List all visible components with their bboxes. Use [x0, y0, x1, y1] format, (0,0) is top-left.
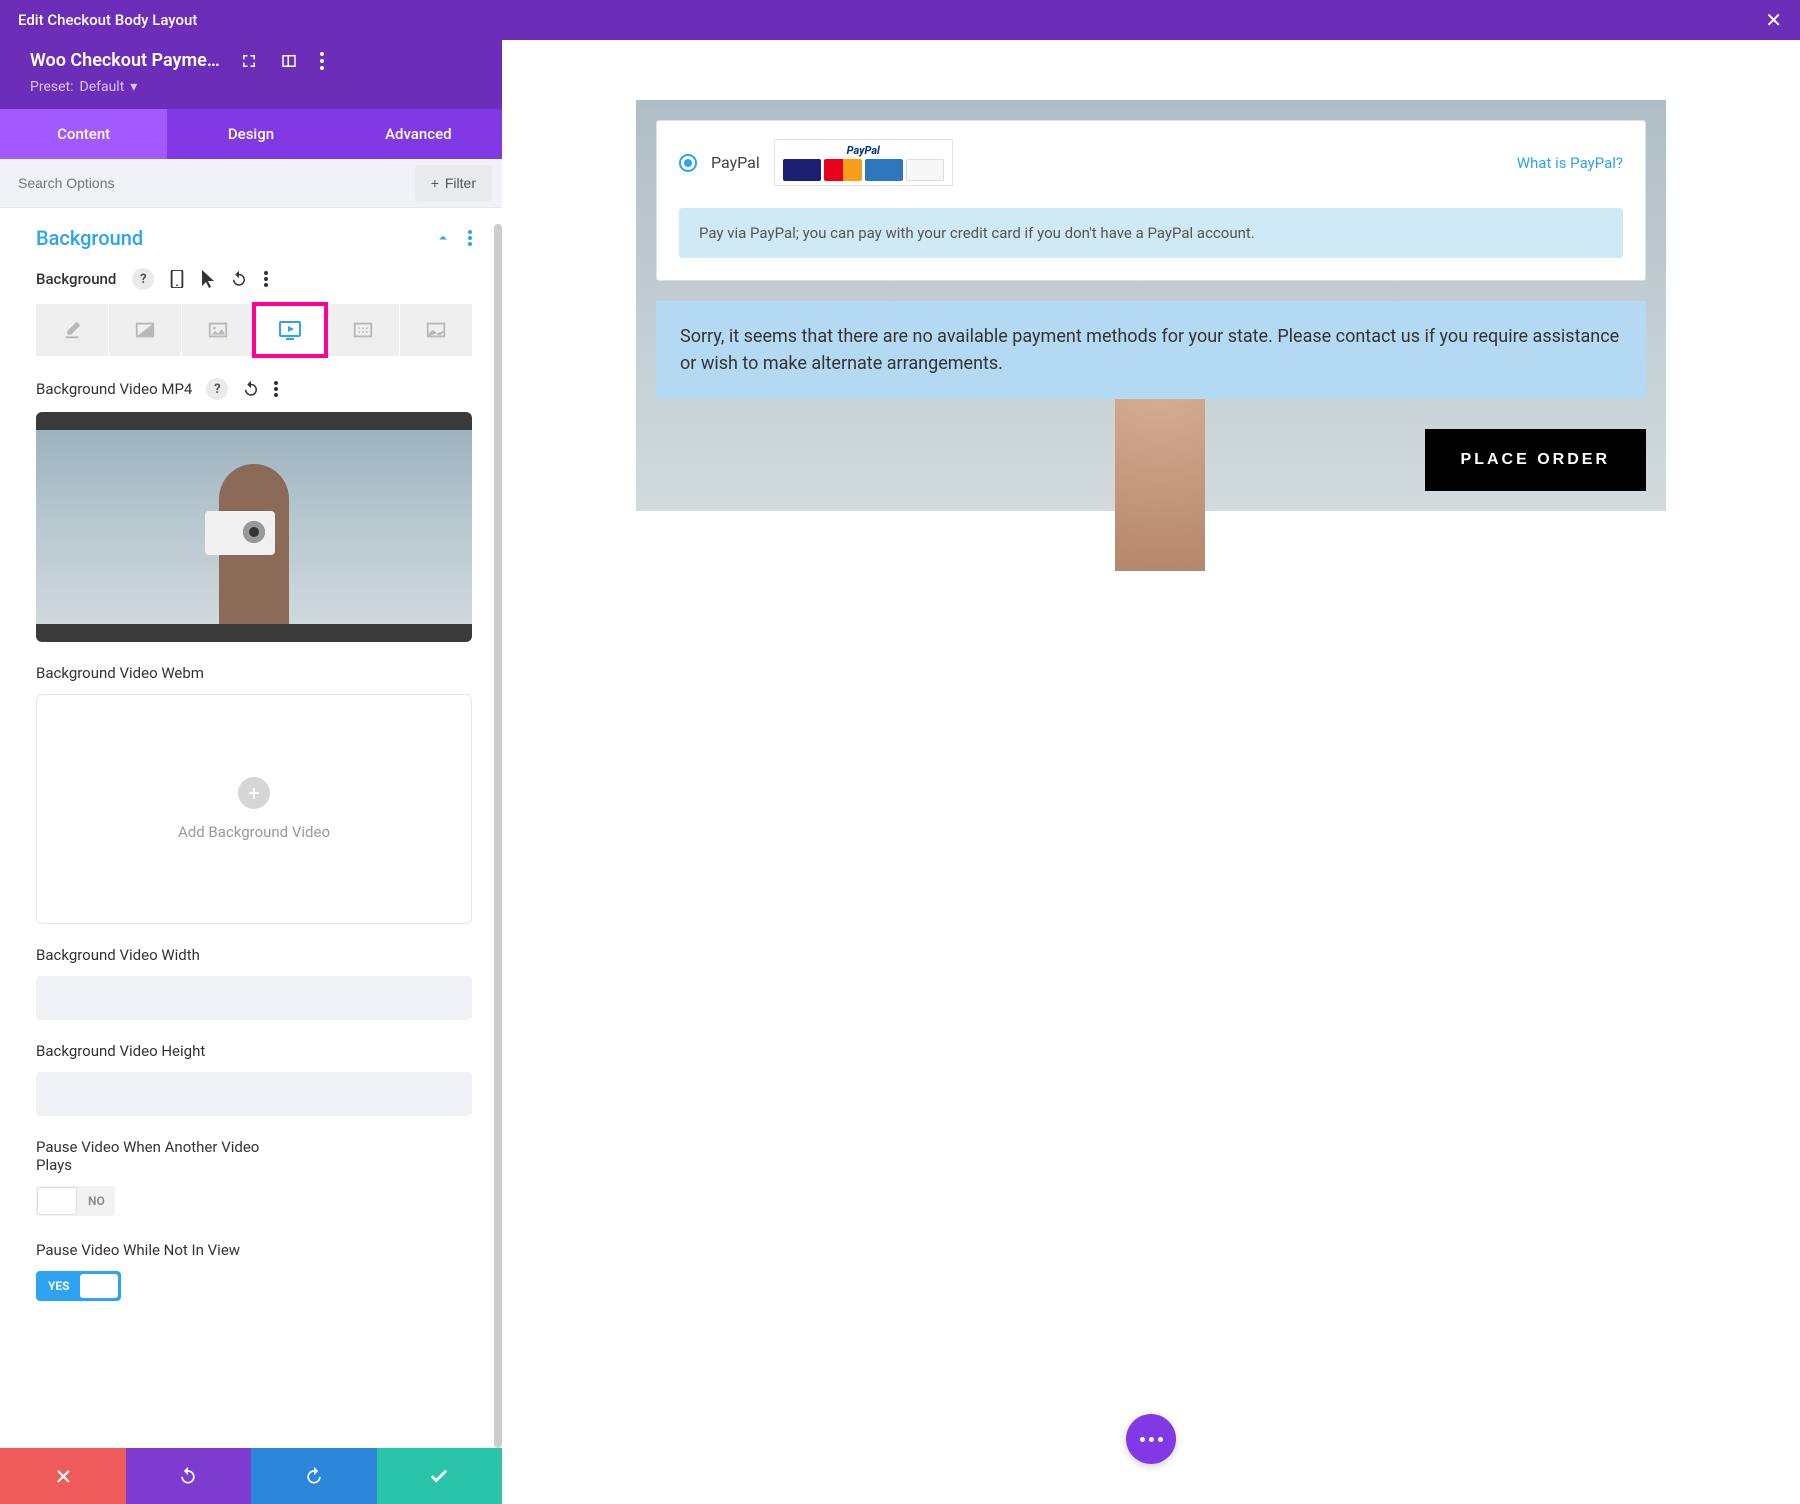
- scrollbar[interactable]: [494, 224, 502, 1448]
- amex-icon: [865, 159, 903, 181]
- paypal-label: PayPal: [711, 153, 760, 172]
- field-video-mp4: Background Video MP4 ?: [36, 378, 472, 642]
- pause-another-label: Pause Video When Another Video Plays: [36, 1138, 276, 1174]
- video-width-label: Background Video Width: [36, 946, 200, 964]
- payment-method-box: PayPal PayPal: [656, 120, 1646, 281]
- filter-label: Filter: [445, 175, 476, 191]
- field-background: Background ?: [36, 268, 472, 290]
- cancel-button[interactable]: [0, 1448, 126, 1504]
- close-icon[interactable]: ✕: [1765, 8, 1782, 32]
- tab-content[interactable]: Content: [0, 109, 167, 159]
- search-row: + Filter: [0, 159, 502, 208]
- filter-button[interactable]: + Filter: [415, 165, 492, 201]
- field-pause-another: Pause Video When Another Video Plays NO: [36, 1138, 472, 1219]
- paypal-card-logos: PayPal: [774, 139, 953, 186]
- paypal-description: Pay via PayPal; you can pay with your cr…: [679, 208, 1623, 258]
- plus-icon: +: [431, 175, 439, 191]
- section-more-icon[interactable]: [468, 230, 472, 246]
- module-header: Woo Checkout Payment Se... Preset: Defau…: [0, 40, 502, 109]
- video-height-input[interactable]: [36, 1072, 472, 1116]
- redo-button[interactable]: [251, 1448, 377, 1504]
- preset-value: Default: [80, 79, 125, 95]
- reset-icon[interactable]: [242, 380, 260, 398]
- background-type-tabs: [36, 304, 472, 356]
- add-video-webm[interactable]: + Add Background Video: [36, 694, 472, 924]
- field-pause-notinview: Pause Video While Not In View YES: [36, 1241, 472, 1301]
- chevron-down-icon: ▾: [130, 79, 137, 95]
- video-webm-label: Background Video Webm: [36, 664, 204, 682]
- field-video-webm: Background Video Webm + Add Background V…: [36, 664, 472, 924]
- save-button[interactable]: [377, 1448, 503, 1504]
- reset-icon[interactable]: [230, 270, 248, 288]
- bg-tab-pattern[interactable]: [327, 304, 399, 356]
- bg-tab-gradient[interactable]: [109, 304, 181, 356]
- expand-icon[interactable]: [240, 52, 258, 70]
- video-mp4-preview[interactable]: [36, 412, 472, 642]
- bg-tab-color[interactable]: [36, 304, 108, 356]
- more-icon[interactable]: [320, 52, 324, 70]
- video-height-label: Background Video Height: [36, 1042, 205, 1060]
- preview-canvas: PayPal PayPal: [502, 40, 1800, 1504]
- preset-label: Preset:: [30, 79, 74, 95]
- field-more-icon[interactable]: [274, 381, 278, 397]
- add-video-text: Add Background Video: [178, 823, 330, 841]
- section-title-background: Background: [36, 226, 143, 250]
- module-title: Woo Checkout Payment Se...: [30, 50, 224, 71]
- video-mp4-label: Background Video MP4: [36, 380, 192, 398]
- pause-another-toggle[interactable]: NO: [36, 1186, 115, 1216]
- footer-actions: [0, 1448, 502, 1504]
- paypal-wordmark: PayPal: [783, 144, 944, 157]
- phone-icon[interactable]: [170, 270, 184, 288]
- help-icon[interactable]: ?: [206, 378, 228, 400]
- bg-tab-video[interactable]: [254, 304, 326, 356]
- background-label: Background: [36, 270, 116, 288]
- tab-advanced[interactable]: Advanced: [335, 109, 502, 159]
- modal-header: Edit Checkout Body Layout ✕: [0, 0, 1800, 40]
- no-payment-methods-notice: Sorry, it seems that there are no availa…: [656, 301, 1646, 399]
- undo-button[interactable]: [126, 1448, 252, 1504]
- cursor-icon[interactable]: [200, 270, 214, 288]
- field-video-width: Background Video Width: [36, 946, 472, 1020]
- pause-notinview-toggle[interactable]: YES: [36, 1271, 121, 1301]
- field-video-height: Background Video Height: [36, 1042, 472, 1116]
- fab-menu-button[interactable]: [1126, 1414, 1176, 1464]
- visa-icon: [783, 159, 821, 181]
- toggle-no-label: NO: [78, 1194, 115, 1208]
- bg-tab-image[interactable]: [182, 304, 254, 356]
- modal-title: Edit Checkout Body Layout: [18, 11, 197, 29]
- settings-sidebar: Woo Checkout Payment Se... Preset: Defau…: [0, 40, 502, 1504]
- search-input[interactable]: [0, 161, 415, 205]
- help-icon[interactable]: ?: [132, 268, 154, 290]
- place-order-button[interactable]: PLACE ORDER: [1425, 429, 1646, 491]
- field-more-icon[interactable]: [264, 271, 268, 287]
- video-width-input[interactable]: [36, 976, 472, 1020]
- bg-tab-mask[interactable]: [400, 304, 472, 356]
- preset-selector[interactable]: Preset: Default ▾: [30, 79, 484, 95]
- collapse-icon[interactable]: [434, 229, 452, 247]
- panel-icon[interactable]: [280, 52, 298, 70]
- pause-notinview-label: Pause Video While Not In View: [36, 1241, 240, 1259]
- checkout-module: PayPal PayPal: [636, 100, 1666, 511]
- what-is-paypal-link[interactable]: What is PayPal?: [1517, 154, 1623, 172]
- mastercard-icon: [824, 159, 862, 181]
- paypal-radio[interactable]: [679, 154, 697, 172]
- toggle-yes-label: YES: [36, 1279, 80, 1293]
- settings-tabs: Content Design Advanced: [0, 109, 502, 159]
- discover-icon: [906, 159, 944, 181]
- tab-design[interactable]: Design: [167, 109, 334, 159]
- plus-icon: +: [238, 777, 270, 809]
